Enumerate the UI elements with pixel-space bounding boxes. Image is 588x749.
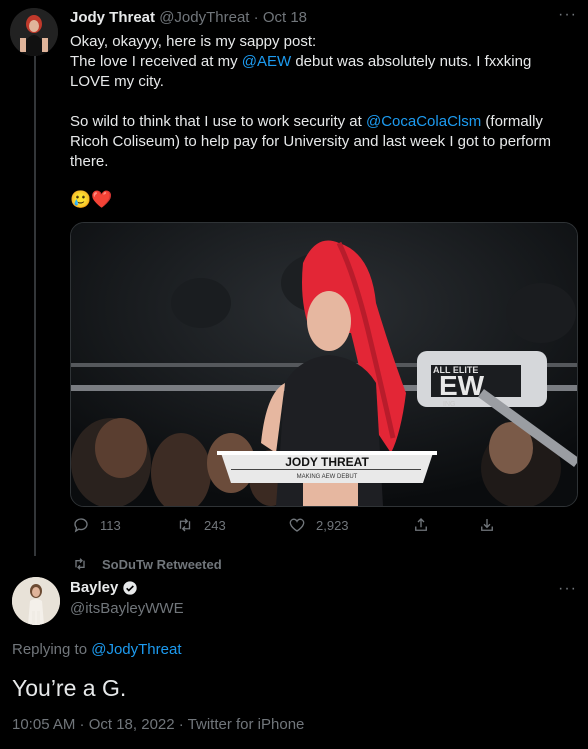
- author-name-row: Bayley: [70, 579, 138, 596]
- like-button[interactable]: 2,923: [288, 516, 349, 534]
- tweet-line-2: The love I received at my @AEW debut was…: [70, 52, 575, 92]
- download-button[interactable]: [478, 516, 496, 534]
- text-fragment: The love I received at my: [70, 53, 242, 70]
- verified-badge-icon: [123, 580, 138, 595]
- more-options-icon[interactable]: ···: [558, 580, 577, 598]
- replying-label: Replying to: [12, 641, 92, 658]
- heart-icon: [289, 518, 305, 532]
- share-icon: [415, 518, 427, 531]
- emoji-row: 🥲❤️: [70, 190, 113, 209]
- thread-connector: [34, 56, 36, 556]
- retweeted-label: SoDuTw Retweeted: [102, 556, 222, 572]
- replying-to: Replying to @JodyThreat: [12, 641, 181, 658]
- reply-button[interactable]: 113: [72, 516, 121, 534]
- avatar[interactable]: [10, 8, 58, 56]
- retweeted-indicator[interactable]: SoDuTw Retweeted: [72, 556, 222, 572]
- mention-aew[interactable]: @AEW: [242, 53, 291, 70]
- author-handle[interactable]: @JodyThreat: [159, 9, 249, 26]
- caption-subtitle: MAKING AEW DEBUT: [297, 474, 358, 480]
- sign-text-lower: ING: [443, 401, 455, 408]
- author-name[interactable]: Bayley: [70, 579, 118, 596]
- download-icon: [481, 519, 493, 531]
- tweet-actions: 113 243 2,923: [70, 516, 510, 538]
- tweet-timestamp[interactable]: 10:05 AM · Oct 18, 2022 · Twitter for iP…: [12, 716, 304, 733]
- reply-count: 113: [100, 517, 121, 533]
- avatar-image: [10, 8, 58, 56]
- more-options-icon[interactable]: ···: [558, 6, 577, 24]
- retweet-icon: [179, 518, 191, 532]
- retweet-count: 243: [204, 517, 226, 533]
- tweet-paragraph-2: So wild to think that I use to work secu…: [70, 112, 575, 172]
- tweet-text: Okay, okayyy, here is my sappy post: The…: [70, 32, 575, 172]
- share-button[interactable]: [412, 516, 430, 534]
- tweet-header: Jody Threat @JodyThreat · Oct 18: [70, 9, 307, 26]
- tweet-date[interactable]: Oct 18: [263, 9, 307, 26]
- retweet-button[interactable]: 243: [176, 516, 226, 534]
- author-name[interactable]: Jody Threat: [70, 9, 155, 26]
- media-photo: JODY THREAT MAKING AEW DEBUT ALL ELITE E…: [71, 223, 577, 506]
- separator: ·: [253, 9, 259, 26]
- like-count: 2,923: [316, 517, 349, 533]
- tweet-text: You’re a G.: [12, 675, 127, 701]
- caption-title: JODY THREAT: [285, 455, 369, 469]
- replying-mention[interactable]: @JodyThreat: [91, 641, 181, 658]
- author-handle[interactable]: @itsBayleyWWE: [70, 600, 184, 617]
- tweet-media-image[interactable]: JODY THREAT MAKING AEW DEBUT ALL ELITE E…: [70, 222, 578, 507]
- retweet-small-icon: [75, 558, 85, 570]
- tweet-jody-threat[interactable]: Jody Threat @JodyThreat · Oct 18 ··· Oka…: [0, 0, 588, 556]
- text-fragment: So wild to think that I use to work secu…: [70, 113, 366, 130]
- reply-icon: [74, 518, 88, 533]
- tweet-line-1: Okay, okayyy, here is my sappy post:: [70, 33, 317, 50]
- avatar-image: [12, 577, 60, 625]
- mention-cocacolaclsm[interactable]: @CocaColaClsm: [366, 113, 481, 130]
- sign-logo: EW: [439, 370, 485, 401]
- avatar-bayley[interactable]: [12, 577, 60, 625]
